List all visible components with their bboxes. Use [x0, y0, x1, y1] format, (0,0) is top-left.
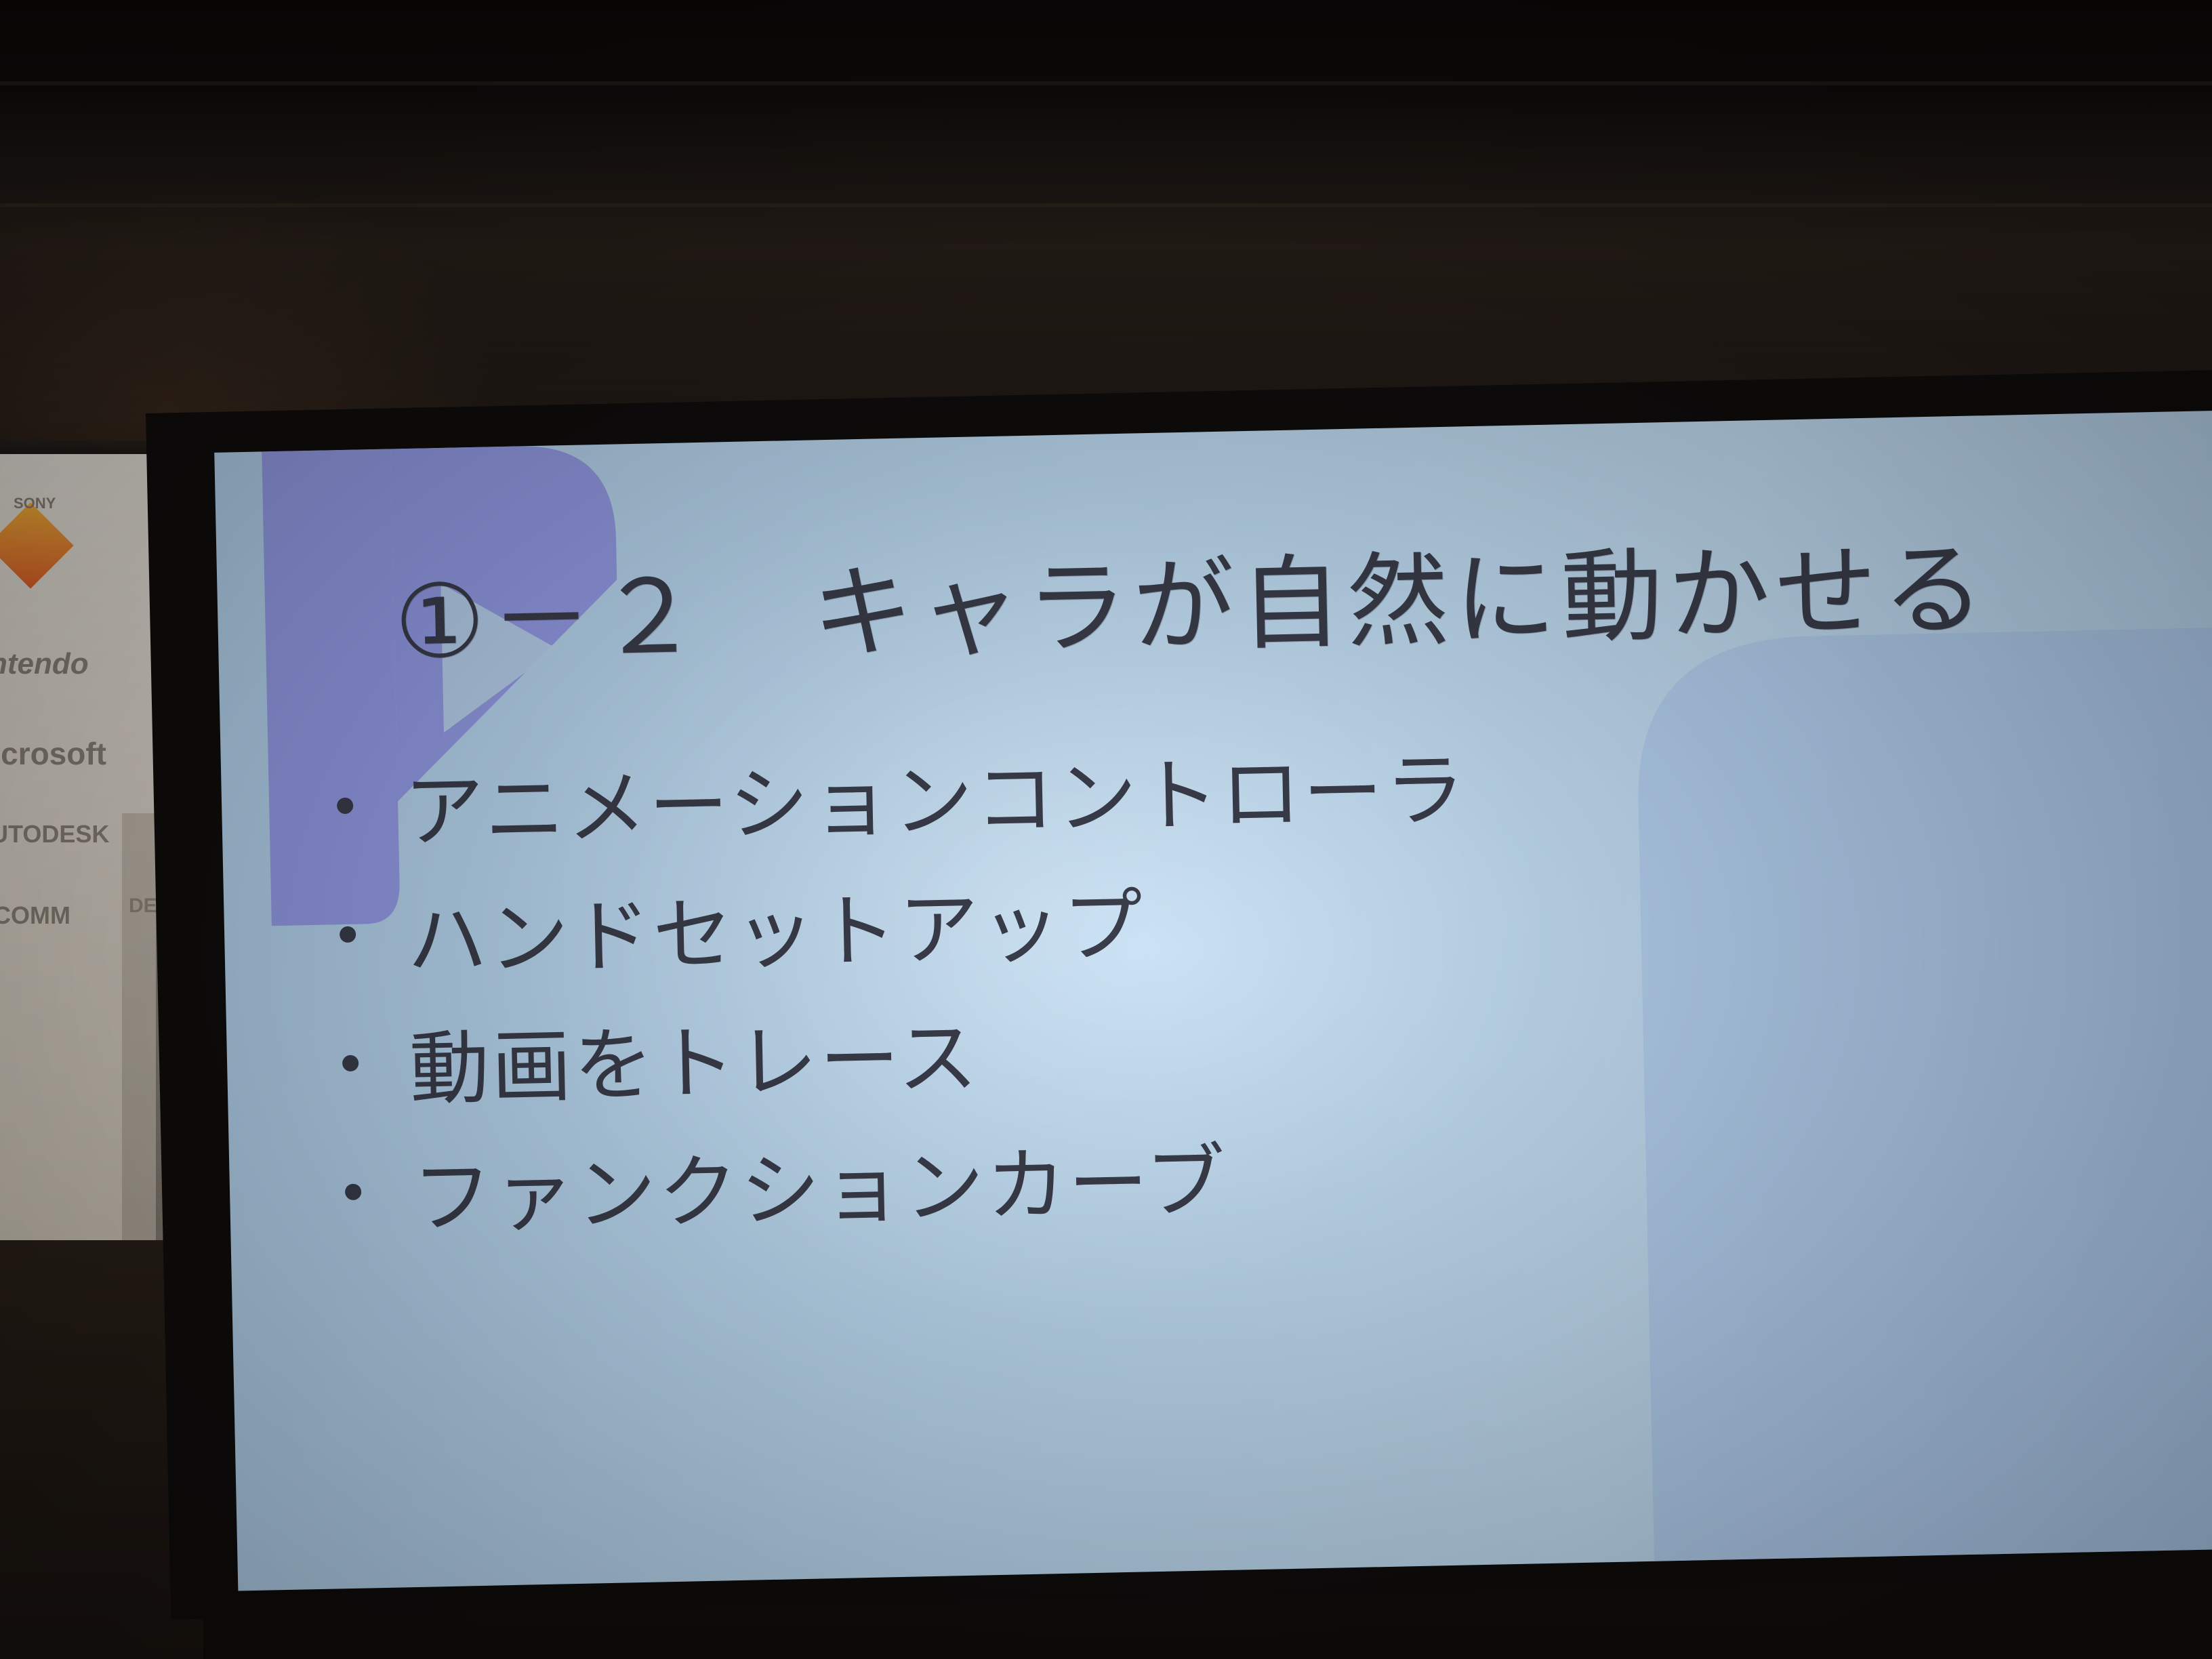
- projector-screen: ①－２ キャラが自然に動かせる アニメーションコントローラ ハンドセットアップ …: [146, 369, 2212, 1620]
- bullet-dot: [344, 1183, 362, 1201]
- bullet-text: アニメーションコントローラ: [403, 742, 1468, 859]
- bullet-dot: [339, 926, 356, 943]
- photo-scene: SONY Nintendo Microsoft AUTODESK COMM DE…: [0, 0, 2212, 1659]
- bullet-text: 動画をトレース: [408, 1010, 981, 1116]
- ceiling-beam: [0, 81, 2212, 85]
- bullet-dot: [342, 1054, 359, 1072]
- bullet-item: ハンドセットアップ: [338, 846, 1471, 999]
- sponsor-logo-microsoft: Microsoft: [0, 736, 106, 771]
- ceiling-beam: [0, 203, 2212, 207]
- presentation-slide: ①－２ キャラが自然に動かせる アニメーションコントローラ ハンドセットアップ …: [214, 410, 2212, 1591]
- bullet-dot: [336, 797, 354, 815]
- arch-decoration: [1638, 627, 2212, 1591]
- bullet-text: ハンドセットアップ: [405, 878, 1146, 987]
- bullet-item: ファンクションカーブ: [344, 1104, 1476, 1256]
- bullet-list: アニメーションコントローラ ハンドセットアップ 動画をトレース ファンクションカ…: [335, 718, 1476, 1256]
- bullet-text: ファンクションカーブ: [411, 1134, 1229, 1245]
- sponsor-logo-nintendo: Nintendo: [0, 647, 89, 680]
- bullet-item: アニメーションコントローラ: [335, 718, 1468, 870]
- bullet-item: 動画をトレース: [341, 975, 1473, 1128]
